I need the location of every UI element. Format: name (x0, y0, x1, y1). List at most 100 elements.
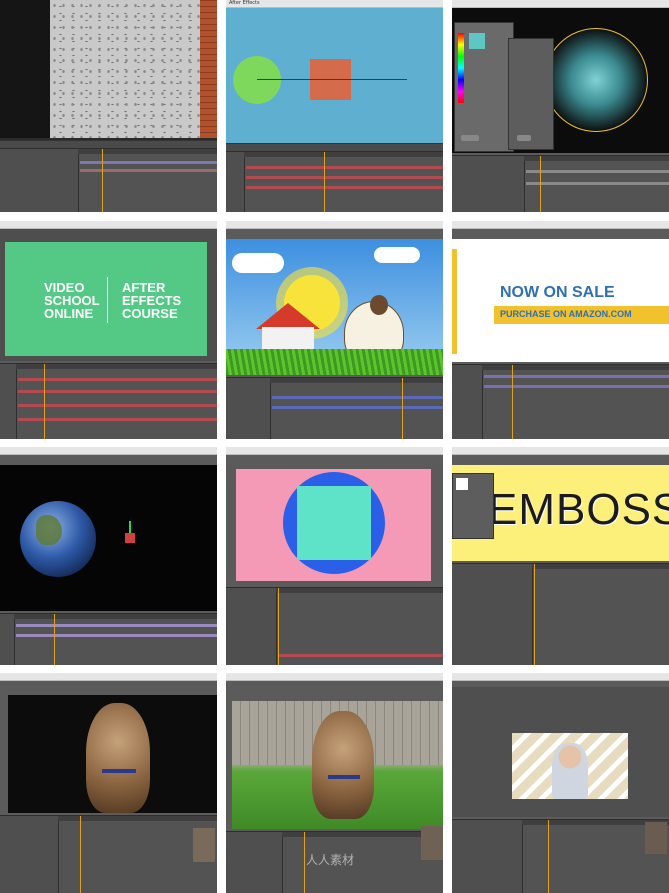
viewer-controls[interactable] (226, 143, 443, 151)
layer-track[interactable] (18, 378, 217, 381)
layer-list[interactable] (452, 156, 525, 212)
viewer-controls[interactable] (0, 140, 217, 148)
playhead[interactable] (80, 816, 81, 893)
composition-viewer[interactable] (0, 0, 217, 140)
composition-viewer[interactable]: VIDEO SCHOOL ONLINE AFTER EFFECTS COURSE (0, 229, 217, 361)
anchor-point-icon[interactable] (125, 533, 135, 543)
composition-viewer[interactable] (226, 465, 443, 585)
time-ruler[interactable] (14, 614, 217, 619)
timeline-panel[interactable] (0, 363, 217, 439)
timeline-panel[interactable] (226, 587, 443, 665)
layer-track[interactable] (246, 166, 443, 169)
playhead[interactable] (402, 378, 403, 439)
tile-8-shapes-pink[interactable] (226, 447, 443, 665)
tile-2-shape-animation[interactable]: After Effects (226, 0, 443, 212)
tile-7-earth[interactable] (0, 447, 217, 665)
menu-bar[interactable] (226, 673, 443, 681)
composition-viewer[interactable] (452, 8, 669, 153)
time-ruler[interactable] (276, 588, 443, 593)
layer-track[interactable] (526, 182, 669, 185)
layer-track[interactable] (80, 161, 217, 164)
timeline-panel[interactable] (452, 819, 669, 893)
composition-viewer[interactable] (232, 701, 443, 829)
layer-list[interactable] (0, 149, 79, 212)
hue-slider[interactable] (458, 33, 464, 103)
layer-track[interactable] (18, 390, 217, 393)
tile-12-presenter-video[interactable] (452, 673, 669, 893)
layer-list[interactable] (452, 820, 523, 893)
menu-bar[interactable] (226, 221, 443, 229)
time-ruler[interactable] (78, 149, 217, 154)
layer-track[interactable] (272, 406, 443, 409)
layer-list[interactable] (226, 378, 271, 439)
tile-5-cartoon-scene[interactable] (226, 221, 443, 439)
playhead[interactable] (304, 832, 305, 893)
layer-track[interactable] (526, 170, 669, 173)
time-ruler[interactable] (244, 152, 443, 157)
layer-list[interactable] (226, 832, 283, 893)
layer-list[interactable] (226, 152, 245, 212)
color-picker-dialog[interactable] (454, 22, 514, 152)
layer-list[interactable] (452, 365, 483, 439)
composition-viewer[interactable]: NOW ON SALE PURCHASE ON AMAZON.COM (452, 239, 669, 362)
timeline-panel[interactable] (452, 563, 669, 665)
menu-bar[interactable] (226, 447, 443, 455)
ok-button[interactable] (517, 135, 531, 141)
layer-track[interactable] (18, 404, 217, 407)
playhead[interactable] (548, 820, 549, 893)
menu-bar[interactable] (452, 221, 669, 229)
tile-10-dog-keyed[interactable] (0, 673, 217, 893)
layer-track[interactable] (278, 654, 443, 657)
layer-list[interactable] (0, 364, 17, 439)
time-ruler[interactable] (282, 832, 443, 837)
axis-y-icon[interactable] (129, 521, 131, 533)
composition-viewer[interactable]: EMBOSS (452, 465, 669, 561)
settings-dialog[interactable] (508, 38, 554, 150)
time-ruler[interactable] (532, 564, 669, 569)
playhead[interactable] (324, 152, 325, 212)
menu-bar[interactable] (452, 0, 669, 8)
tile-9-emboss[interactable]: EMBOSS (452, 447, 669, 665)
tile-6-sale-banner[interactable]: NOW ON SALE PURCHASE ON AMAZON.COM (452, 221, 669, 439)
time-ruler[interactable] (524, 156, 669, 161)
playhead[interactable] (54, 614, 55, 665)
tile-3-color-picker-glow[interactable] (452, 0, 669, 212)
layer-list[interactable] (0, 816, 59, 893)
layer-list[interactable] (0, 614, 15, 665)
layer-track[interactable] (246, 176, 443, 179)
layer-track[interactable] (80, 169, 217, 172)
tile-1-grunge-texture[interactable] (0, 0, 217, 212)
layer-list[interactable] (452, 564, 533, 665)
time-ruler[interactable] (58, 816, 217, 821)
time-ruler[interactable] (16, 364, 217, 369)
playhead[interactable] (534, 564, 535, 665)
timeline-panel[interactable] (226, 151, 443, 212)
timeline-panel[interactable] (226, 377, 443, 439)
menu-bar[interactable] (0, 221, 217, 229)
layer-track[interactable] (18, 418, 217, 421)
composition-viewer[interactable] (226, 239, 443, 375)
composition-viewer[interactable] (0, 465, 217, 611)
menu-bar[interactable] (452, 447, 669, 455)
menu-bar[interactable]: After Effects (226, 0, 443, 8)
timeline-panel[interactable] (0, 815, 217, 893)
playhead[interactable] (512, 365, 513, 439)
menu-bar[interactable] (0, 673, 217, 681)
playhead[interactable] (540, 156, 541, 212)
layer-track[interactable] (16, 624, 217, 627)
layer-track[interactable] (246, 186, 443, 189)
layer-track[interactable] (272, 396, 443, 399)
composition-viewer[interactable] (452, 687, 669, 817)
timeline-panel[interactable] (0, 613, 217, 665)
ok-button[interactable] (461, 135, 479, 141)
time-ruler[interactable] (482, 365, 669, 370)
effects-panel[interactable] (452, 473, 494, 539)
layer-list[interactable] (226, 588, 277, 665)
menu-bar[interactable] (452, 673, 669, 681)
layer-track[interactable] (16, 634, 217, 637)
timeline-panel[interactable] (452, 155, 669, 212)
tile-11-dog-background[interactable]: 人人素材 (226, 673, 443, 893)
tile-4-title-card[interactable]: VIDEO SCHOOL ONLINE AFTER EFFECTS COURSE (0, 221, 217, 439)
timeline-panel[interactable] (452, 364, 669, 439)
composition-viewer[interactable] (226, 8, 443, 143)
